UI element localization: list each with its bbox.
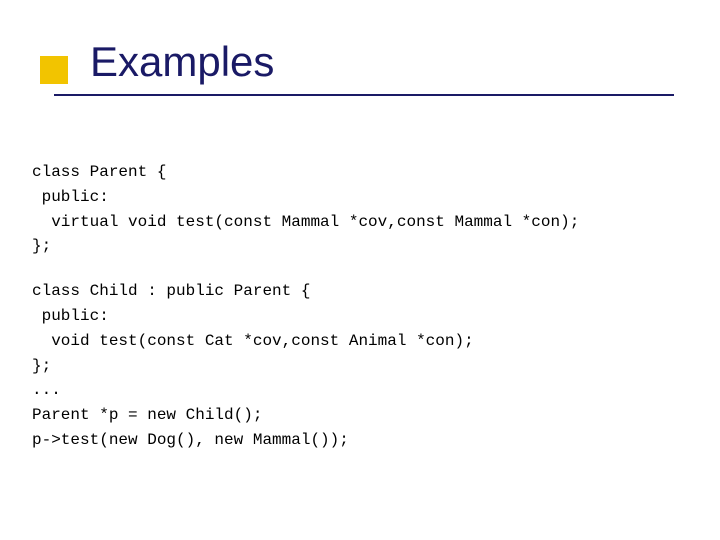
code-block-parent: class Parent { public: virtual void test…: [32, 163, 579, 255]
slide-title: Examples: [90, 38, 274, 86]
code-block-child: class Child : public Parent { public: vo…: [32, 279, 720, 453]
title-underline: [54, 94, 674, 96]
code-example: class Parent { public: virtual void test…: [0, 120, 720, 453]
accent-square: [40, 56, 68, 84]
slide-header: Examples: [0, 0, 720, 120]
